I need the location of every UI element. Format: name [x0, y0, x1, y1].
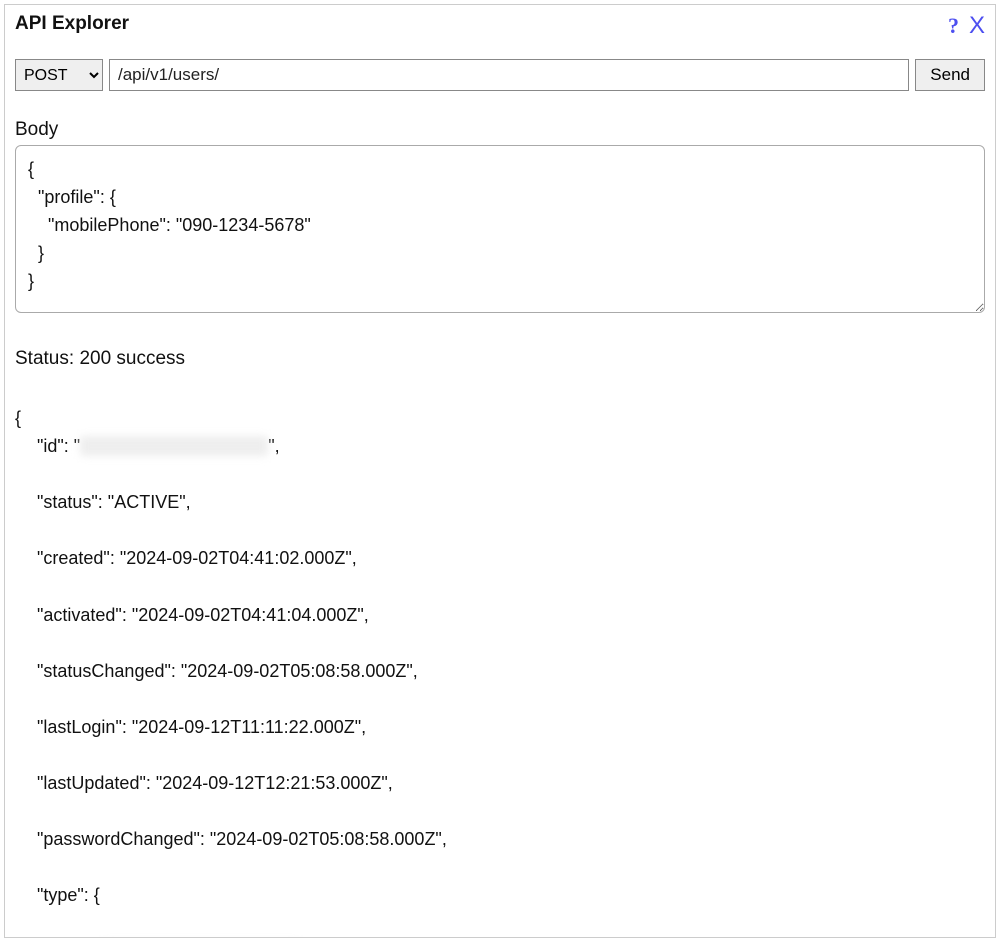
- json-created: "created": "2024-09-02T04:41:02.000Z",: [15, 544, 985, 572]
- header-icons: ? X: [948, 13, 985, 39]
- json-status: "status": "ACTIVE",: [15, 488, 985, 516]
- json-passwordChanged: "passwordChanged": "2024-09-02T05:08:58.…: [15, 825, 985, 853]
- json-type-open: "type": {: [15, 881, 985, 909]
- json-open: {: [15, 408, 21, 428]
- status-text: success: [116, 348, 185, 369]
- json-lastLogin: "lastLogin": "2024-09-12T11:11:22.000Z",: [15, 713, 985, 741]
- url-input[interactable]: [109, 59, 909, 91]
- request-body-textarea[interactable]: [15, 145, 985, 313]
- close-icon[interactable]: X: [969, 14, 985, 38]
- json-id: "id": " ",: [15, 432, 985, 460]
- status-line: Status: 200 success: [15, 348, 985, 370]
- request-row: POST Send: [15, 59, 985, 91]
- http-method-select[interactable]: POST: [15, 59, 103, 91]
- body-label: Body: [15, 119, 985, 141]
- status-prefix: Status:: [15, 348, 74, 369]
- response-body: { "id": " ", "status": "ACTIVE", "create…: [15, 376, 985, 938]
- api-explorer-panel: API Explorer ? X POST Send Body Status: …: [4, 4, 996, 938]
- status-code: 200: [79, 348, 111, 369]
- json-statusChanged: "statusChanged": "2024-09-02T05:08:58.00…: [15, 657, 985, 685]
- json-lastUpdated: "lastUpdated": "2024-09-12T12:21:53.000Z…: [15, 769, 985, 797]
- json-activated: "activated": "2024-09-02T04:41:04.000Z",: [15, 601, 985, 629]
- header-row: API Explorer ? X: [15, 13, 985, 39]
- help-icon[interactable]: ?: [948, 13, 959, 39]
- page-title: API Explorer: [15, 13, 129, 35]
- send-button[interactable]: Send: [915, 59, 985, 91]
